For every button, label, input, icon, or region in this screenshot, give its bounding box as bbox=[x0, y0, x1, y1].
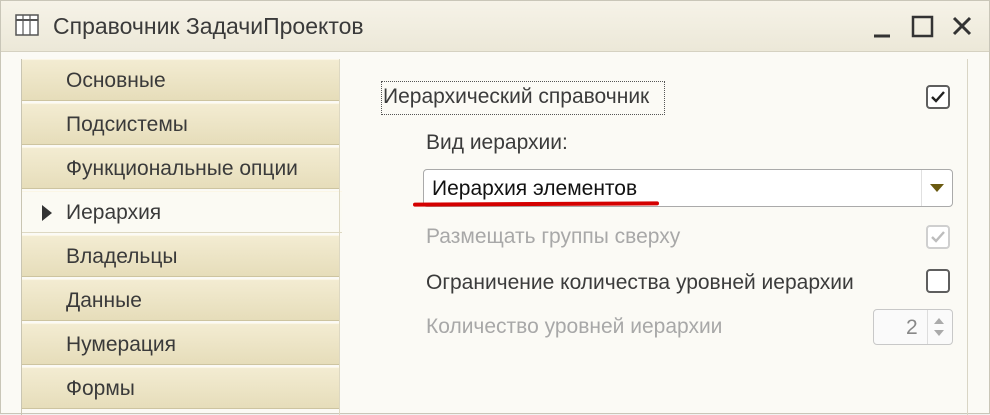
sidebar-item-label: Подсистемы bbox=[66, 113, 188, 136]
sidebar-item-basic[interactable]: Основные bbox=[22, 59, 340, 101]
hierarchical-checkbox[interactable] bbox=[926, 85, 950, 109]
catalog-window: Справочник ЗадачиПроектов Основные Подси… bbox=[0, 0, 990, 415]
maximize-icon[interactable] bbox=[907, 11, 937, 41]
checkmark-icon bbox=[931, 91, 945, 103]
window-title: Справочник ЗадачиПроектов bbox=[53, 13, 364, 39]
hierarchy-kind-value: Иерархия элементов bbox=[432, 177, 638, 200]
limit-levels-checkbox[interactable] bbox=[926, 269, 950, 293]
sidebar-item-label: Формы bbox=[66, 377, 135, 400]
hierarchical-label: Иерархический справочник bbox=[383, 85, 650, 108]
sidebar-item-hierarchy[interactable]: Иерархия bbox=[22, 191, 342, 233]
levels-count-value: 2 bbox=[906, 316, 918, 339]
levels-count-stepper[interactable]: 2 bbox=[873, 309, 953, 345]
minimize-icon[interactable] bbox=[867, 11, 897, 41]
sidebar-item-numbering[interactable]: Нумерация bbox=[22, 323, 340, 365]
stepper-arrows[interactable] bbox=[927, 310, 952, 344]
levels-count-label: Количество уровней иерархии bbox=[426, 315, 723, 338]
current-item-arrow-icon bbox=[42, 205, 52, 221]
sidebar-item-owners[interactable]: Владельцы bbox=[22, 235, 340, 277]
chevron-down-icon[interactable] bbox=[934, 330, 944, 336]
groups-on-top-label: Размещать группы сверху bbox=[426, 225, 681, 248]
hierarchy-kind-label: Вид иерархии: bbox=[426, 131, 568, 154]
sidebar-item-functional-options[interactable]: Функциональные опции bbox=[22, 147, 340, 189]
sidebar-item-label: Владельцы bbox=[66, 245, 178, 268]
sidebar-item-label: Основные bbox=[66, 69, 166, 92]
dropdown-button[interactable] bbox=[921, 170, 952, 206]
chevron-down-icon bbox=[930, 184, 944, 192]
sidebar: Основные Подсистемы Функциональные опции… bbox=[21, 59, 342, 415]
sidebar-item-subsystems[interactable]: Подсистемы bbox=[22, 103, 340, 145]
title-bar[interactable]: Справочник ЗадачиПроектов bbox=[1, 1, 989, 52]
table-icon bbox=[15, 14, 39, 36]
sidebar-item-label: Нумерация bbox=[66, 333, 177, 356]
sidebar-item-label: Функциональные опции bbox=[66, 157, 298, 180]
sidebar-item-forms[interactable]: Формы bbox=[22, 367, 340, 409]
checkmark-icon bbox=[931, 231, 945, 243]
limit-levels-label: Ограничение количества уровней иерархии bbox=[426, 271, 854, 294]
chevron-up-icon[interactable] bbox=[934, 318, 944, 324]
close-icon[interactable] bbox=[947, 11, 977, 41]
groups-on-top-checkbox[interactable] bbox=[926, 225, 950, 249]
panel-right-border bbox=[967, 59, 968, 415]
sidebar-item-label: Иерархия bbox=[66, 201, 162, 224]
panel-divider bbox=[339, 59, 340, 415]
sidebar-item-data[interactable]: Данные bbox=[22, 279, 340, 321]
sidebar-item-label: Данные bbox=[66, 289, 142, 312]
